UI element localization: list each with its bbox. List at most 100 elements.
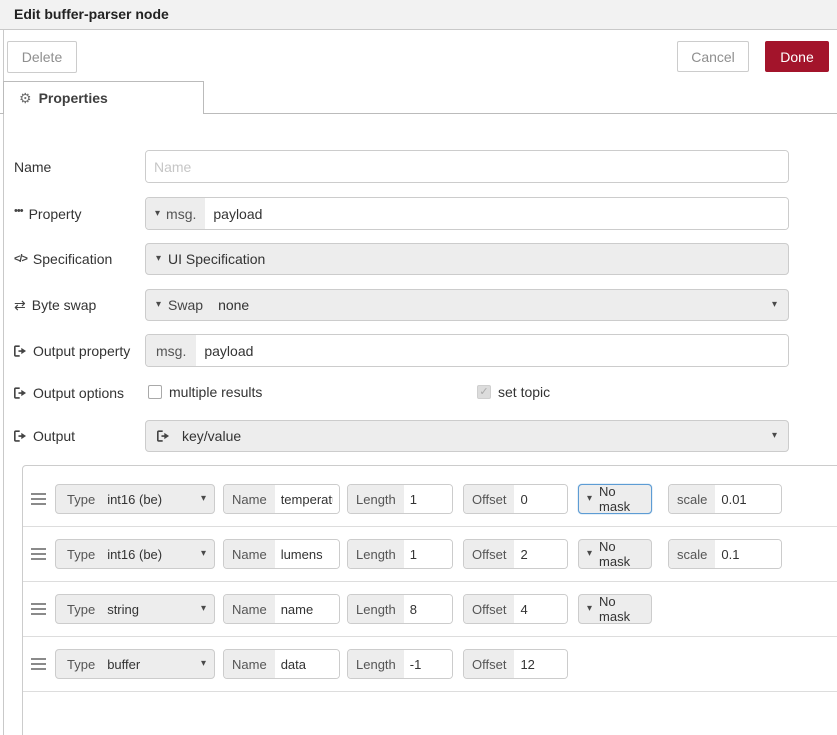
- row-offset-input[interactable]: [514, 595, 567, 623]
- type-label: Type: [67, 601, 96, 617]
- cancel-button[interactable]: Cancel: [677, 41, 749, 72]
- offset-label: Offset: [464, 595, 515, 623]
- done-button[interactable]: Done: [765, 41, 829, 72]
- name-label: Name: [14, 159, 52, 175]
- row-length-field: Length: [347, 539, 453, 569]
- name-field: [145, 150, 789, 183]
- set-topic-label: set topic: [498, 384, 551, 400]
- row-mask-button[interactable]: ▾ No mask: [578, 484, 652, 514]
- set-topic-checkbox: ✓: [477, 385, 491, 399]
- row-separator: [23, 691, 837, 692]
- row-name-input[interactable]: [274, 540, 339, 568]
- multiple-results-option: multiple results: [148, 384, 262, 400]
- property-type-button[interactable]: ▾ msg.: [146, 198, 206, 229]
- length-label: Length: [348, 595, 404, 623]
- chevron-down-icon: ▾: [771, 299, 777, 310]
- output-value: key/value: [182, 428, 242, 444]
- sign-out-icon: [14, 430, 27, 442]
- dialog-titlebar: Edit buffer-parser node: [0, 0, 837, 30]
- row-offset-field: Offset: [463, 594, 568, 624]
- offset-label: Offset: [464, 650, 515, 678]
- dialog-title: Edit buffer-parser node: [14, 6, 169, 22]
- row-type-select[interactable]: Type int16 (be) ▾: [55, 484, 215, 514]
- row-offset-field: Offset: [463, 484, 568, 514]
- property-input[interactable]: [205, 198, 788, 229]
- row-name-input[interactable]: [274, 595, 339, 623]
- drag-handle[interactable]: [31, 603, 46, 605]
- row-length-field: Length: [347, 594, 453, 624]
- specification-value: UI Specification: [168, 251, 266, 267]
- row-type-select[interactable]: Type buffer ▾: [55, 649, 215, 679]
- name-input[interactable]: [146, 151, 788, 182]
- type-label: Type: [67, 491, 96, 507]
- output-options-label: Output options: [14, 384, 124, 402]
- set-topic-option: ✓ set topic: [477, 384, 550, 400]
- row-length-input[interactable]: [403, 540, 452, 568]
- byte-swap-label: ⇄ Byte swap: [14, 296, 97, 314]
- row-length-field: Length: [347, 484, 453, 514]
- drag-handle[interactable]: [31, 493, 46, 495]
- chevron-down-icon: ▾: [200, 603, 206, 614]
- output-property-prefix: msg.: [146, 335, 197, 366]
- name-label: Name: [224, 595, 275, 623]
- row-separator: [23, 526, 837, 527]
- row-length-input[interactable]: [403, 650, 452, 678]
- sign-out-icon: [14, 387, 27, 399]
- multiple-results-checkbox[interactable]: [148, 385, 162, 399]
- row-name-field: Name: [223, 484, 340, 514]
- chevron-down-icon: ▾: [155, 207, 161, 219]
- chevron-down-icon: ▾: [200, 548, 206, 559]
- mask-label: No mask: [599, 539, 631, 569]
- length-label: Length: [348, 485, 404, 513]
- row-name-input[interactable]: [274, 650, 339, 678]
- drag-handle[interactable]: [31, 658, 46, 660]
- byte-swap-select[interactable]: ▾ Swap none ▾: [145, 289, 789, 321]
- name-label: Name: [224, 650, 275, 678]
- row-length-input[interactable]: [403, 485, 452, 513]
- output-select[interactable]: key/value ▾: [145, 420, 789, 452]
- specification-select[interactable]: ▾ UI Specification: [145, 243, 789, 275]
- row-offset-input[interactable]: [514, 540, 567, 568]
- row-mask-button[interactable]: ▾ No mask: [578, 539, 652, 569]
- specification-label: </> Specification: [14, 251, 113, 267]
- row-mask-button[interactable]: ▾ No mask: [578, 594, 652, 624]
- row-scale-input[interactable]: [715, 540, 781, 568]
- type-value: buffer: [107, 656, 141, 672]
- gear-icon: ⚙: [19, 90, 32, 106]
- row-name-field: Name: [223, 594, 340, 624]
- property-field: ▾ msg.: [145, 197, 789, 230]
- chevron-down-icon: ▾: [771, 430, 777, 441]
- row-scale-field: scale: [668, 484, 782, 514]
- chevron-down-icon: ▾: [587, 493, 593, 504]
- chevron-down-icon: ▾: [200, 493, 206, 504]
- name-label: Name: [224, 540, 275, 568]
- delete-button[interactable]: Delete: [7, 41, 77, 73]
- exchange-icon: ⇄: [14, 296, 26, 313]
- output-property-input[interactable]: [196, 335, 788, 366]
- tab-properties[interactable]: ⚙ Properties: [3, 81, 204, 114]
- row-scale-input[interactable]: [715, 485, 781, 513]
- property-label: ••• Property: [14, 205, 82, 222]
- property-prefix: msg.: [166, 205, 197, 222]
- row-offset-input[interactable]: [514, 485, 567, 513]
- output-property-field: msg.: [145, 334, 789, 367]
- drag-handle[interactable]: [31, 548, 46, 550]
- row-offset-input[interactable]: [514, 650, 567, 678]
- length-label: Length: [348, 540, 404, 568]
- row-type-select[interactable]: Type int16 (be) ▾: [55, 539, 215, 569]
- row-name-input[interactable]: [274, 485, 339, 513]
- type-label: Type: [67, 656, 96, 672]
- row-length-input[interactable]: [403, 595, 452, 623]
- ellipsis-icon: •••: [14, 205, 24, 217]
- chevron-down-icon: ▾: [156, 253, 162, 264]
- output-property-label: Output property: [14, 342, 130, 360]
- row-separator: [23, 581, 837, 582]
- parser-rows: Type int16 (be) ▾ Name Length Offset ▾ No mask s…: [22, 465, 837, 735]
- sign-out-icon: [14, 345, 27, 357]
- scale-label: scale: [669, 540, 716, 568]
- offset-label: Offset: [464, 540, 515, 568]
- row-type-select[interactable]: Type string ▾: [55, 594, 215, 624]
- type-value: int16 (be): [107, 546, 163, 562]
- mask-label: No mask: [599, 594, 631, 624]
- offset-label: Offset: [464, 485, 515, 513]
